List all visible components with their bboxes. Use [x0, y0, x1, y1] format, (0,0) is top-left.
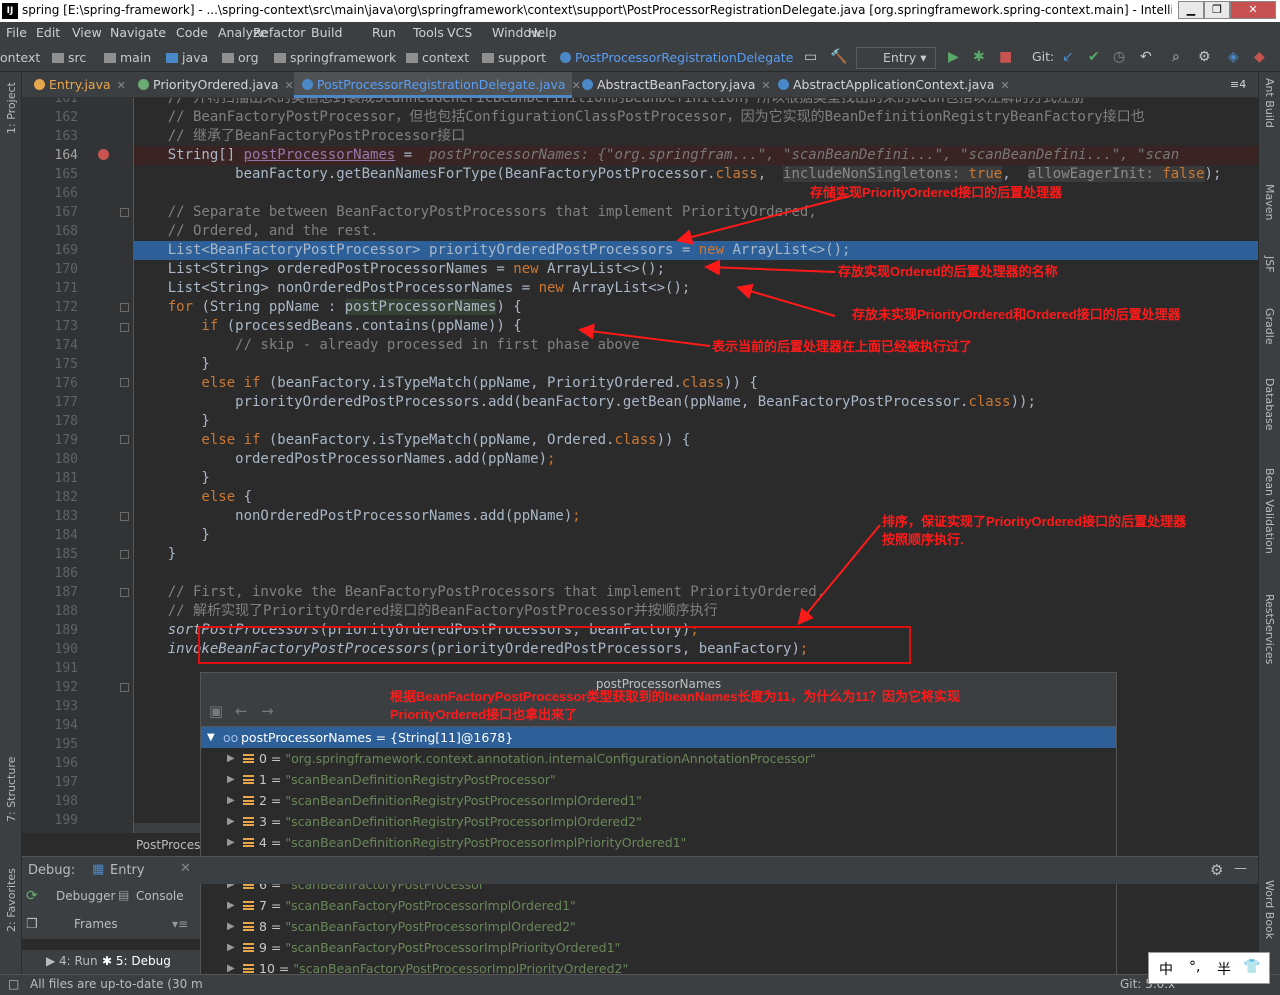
- expand-icon[interactable]: ▶: [227, 811, 235, 832]
- frames-panel: ❒ Frames ▾≡: [22, 909, 200, 939]
- debug-tool-header: Debug: ▦ Entry ✕ ⚙ —: [22, 856, 1258, 884]
- field-icon: [243, 943, 254, 952]
- field-icon: [243, 817, 254, 826]
- debug-label: Debug:: [28, 863, 76, 878]
- frames-label: Frames: [74, 917, 118, 931]
- expand-icon[interactable]: ▶: [227, 916, 235, 937]
- frames-icon: ❒: [26, 917, 38, 932]
- array-item-label: 8 = "scanBeanFactoryPostProcessorImplOrd…: [259, 919, 576, 934]
- field-icon: [243, 922, 254, 931]
- popup-back-icon[interactable]: ←: [235, 702, 248, 720]
- array-item-label: 9 = "scanBeanFactoryPostProcessorImplPri…: [259, 940, 621, 955]
- array-item[interactable]: ▶ 7 = "scanBeanFactoryPostProcessorImplOr…: [201, 895, 1116, 916]
- popup-forward-icon[interactable]: →: [261, 702, 274, 720]
- field-icon: [243, 838, 254, 847]
- array-item[interactable]: ▶ 0 = "org.springframework.context.annota…: [201, 748, 1116, 769]
- close-icon[interactable]: ✕: [180, 861, 191, 876]
- expand-icon[interactable]: ▶: [227, 748, 235, 769]
- array-item-label: 7 = "scanBeanFactoryPostProcessorImplOrd…: [259, 898, 576, 913]
- array-item-label: 1 = "scanBeanDefinitionRegistryPostProce…: [259, 772, 556, 787]
- tree-root-post-processor-names[interactable]: ▼ oo postProcessorNames = {String[11]@16…: [201, 727, 1116, 748]
- array-item-label: 2 = "scanBeanDefinitionRegistryPostProce…: [259, 793, 642, 808]
- bottom-tool-tabs: ▶ 4: Run ✱ 5: Debug: [22, 950, 200, 974]
- frames-menu-icon[interactable]: ▾≡: [172, 917, 188, 931]
- ime-skin-icon[interactable]: 👕: [1243, 959, 1260, 975]
- array-item[interactable]: ▶ 2 = "scanBeanDefinitionRegistryPostProc…: [201, 790, 1116, 811]
- expand-icon[interactable]: ▶: [227, 832, 235, 853]
- status-message: All files are up-to-date (30 m: [30, 977, 203, 991]
- debug-config-icon: ▦: [92, 862, 105, 877]
- collapse-icon[interactable]: ▼: [207, 727, 215, 748]
- console-icon: ▤: [118, 888, 130, 902]
- expand-icon[interactable]: ▶: [227, 937, 235, 958]
- debug-config-name[interactable]: Entry: [110, 863, 145, 878]
- field-icon: [243, 796, 254, 805]
- expand-icon[interactable]: ▶: [227, 769, 235, 790]
- debug-subtabs: ⟳ Debugger ▤ Console: [22, 884, 200, 909]
- ime-width[interactable]: 半: [1217, 959, 1231, 979]
- array-item[interactable]: ▶ 1 = "scanBeanDefinitionRegistryPostProc…: [201, 769, 1116, 790]
- variable-inspection-popup[interactable]: postProcessorNames ▣ ← → ▼ oo postProces…: [200, 672, 1117, 980]
- array-item[interactable]: ▶ 8 = "scanBeanFactoryPostProcessorImplOr…: [201, 916, 1116, 937]
- array-item-label: 4 = "scanBeanDefinitionRegistryPostProce…: [259, 835, 687, 850]
- field-icon: [243, 775, 254, 784]
- array-item-label: 0 = "org.springframework.context.annotat…: [259, 751, 816, 766]
- watch-glasses-icon: oo: [223, 730, 239, 745]
- ime-lang[interactable]: 中: [1159, 959, 1173, 979]
- expand-icon[interactable]: ▶: [227, 790, 235, 811]
- rerun-icon[interactable]: ⟳: [26, 888, 38, 904]
- expand-icon[interactable]: ▶: [227, 895, 235, 916]
- tool-tab-debug[interactable]: ✱ 5: Debug: [102, 954, 171, 968]
- editor-breadcrumb[interactable]: PostProces: [136, 838, 200, 852]
- array-item[interactable]: ▶ 3 = "scanBeanDefinitionRegistryPostProc…: [201, 811, 1116, 832]
- field-icon: [243, 901, 254, 910]
- tab-console[interactable]: Console: [136, 889, 184, 903]
- annotation-bean-names-line2: PriorityOrdered接口也拿出来了: [390, 707, 578, 722]
- tool-tab-run[interactable]: ▶ 4: Run: [46, 954, 98, 968]
- tab-debugger[interactable]: Debugger: [56, 889, 115, 903]
- array-item[interactable]: ▶ 9 = "scanBeanFactoryPostProcessorImplPr…: [201, 937, 1116, 958]
- status-icon: □: [8, 977, 20, 991]
- field-icon: [243, 754, 254, 763]
- settings-icon[interactable]: ⚙: [1210, 861, 1223, 879]
- array-item[interactable]: ▶ 4 = "scanBeanDefinitionRegistryPostProc…: [201, 832, 1116, 853]
- field-icon: [243, 964, 254, 973]
- hide-icon[interactable]: —: [1234, 861, 1247, 876]
- popup-pin-icon[interactable]: ▣: [209, 702, 223, 720]
- status-bar: □ All files are up-to-date (30 m Git: 5.…: [0, 974, 1280, 995]
- ime-punct[interactable]: °,: [1189, 959, 1200, 975]
- array-item-label: 3 = "scanBeanDefinitionRegistryPostProce…: [259, 814, 642, 829]
- ime-toolbar[interactable]: 中 °, 半 👕: [1148, 952, 1270, 984]
- annotation-bean-names-line1: 根据BeanFactoryPostProcessor类型获取到的beanName…: [390, 689, 960, 704]
